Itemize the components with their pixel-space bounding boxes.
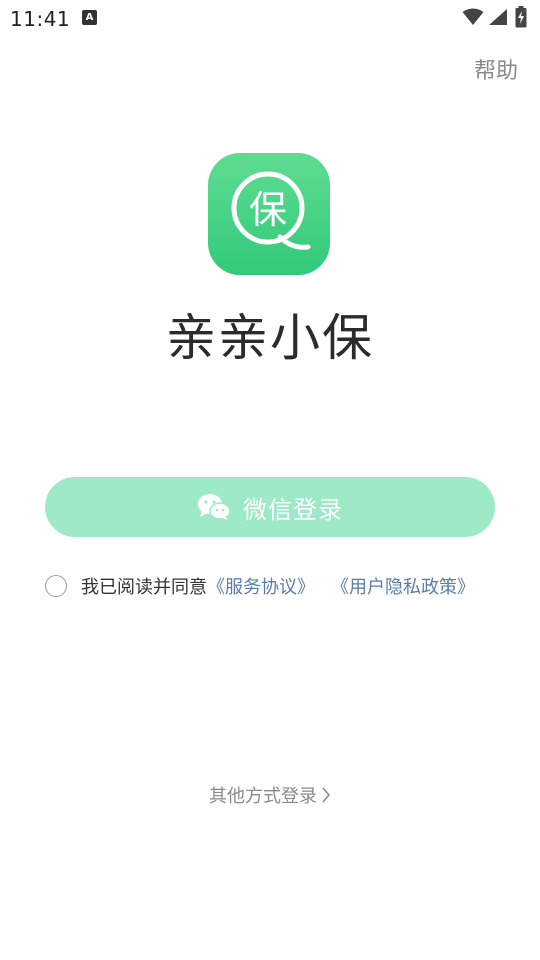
wifi-icon [462, 8, 484, 25]
status-bar: 11:41 A [0, 0, 540, 36]
help-link[interactable]: 帮助 [474, 53, 518, 85]
other-login-link[interactable]: 其他方式登录 [0, 782, 540, 808]
app-name: 亲亲小保 [166, 309, 374, 367]
a-letter-icon: A [82, 10, 97, 25]
other-login-label: 其他方式登录 [209, 786, 317, 807]
bao-logo-icon: 保 [208, 153, 330, 275]
wechat-login-button[interactable]: 微信登录 [45, 477, 495, 537]
agreement-row: 我已阅读并同意 《服务协议》 《用户隐私政策》 [45, 573, 475, 599]
logo-glyph: 保 [249, 188, 287, 232]
status-time: 11:41 [10, 7, 71, 31]
signal-icon [489, 9, 507, 25]
battery-charging-icon [515, 6, 527, 28]
wechat-login-label: 微信登录 [243, 496, 343, 524]
privacy-policy-link[interactable]: 《用户隐私政策》 [331, 573, 475, 599]
agreement-text: 我已阅读并同意 [81, 577, 207, 598]
chevron-right-icon [322, 787, 330, 803]
wechat-icon [198, 494, 231, 520]
agreement-checkbox[interactable] [45, 575, 67, 597]
service-agreement-link[interactable]: 《服务协议》 [207, 573, 315, 599]
